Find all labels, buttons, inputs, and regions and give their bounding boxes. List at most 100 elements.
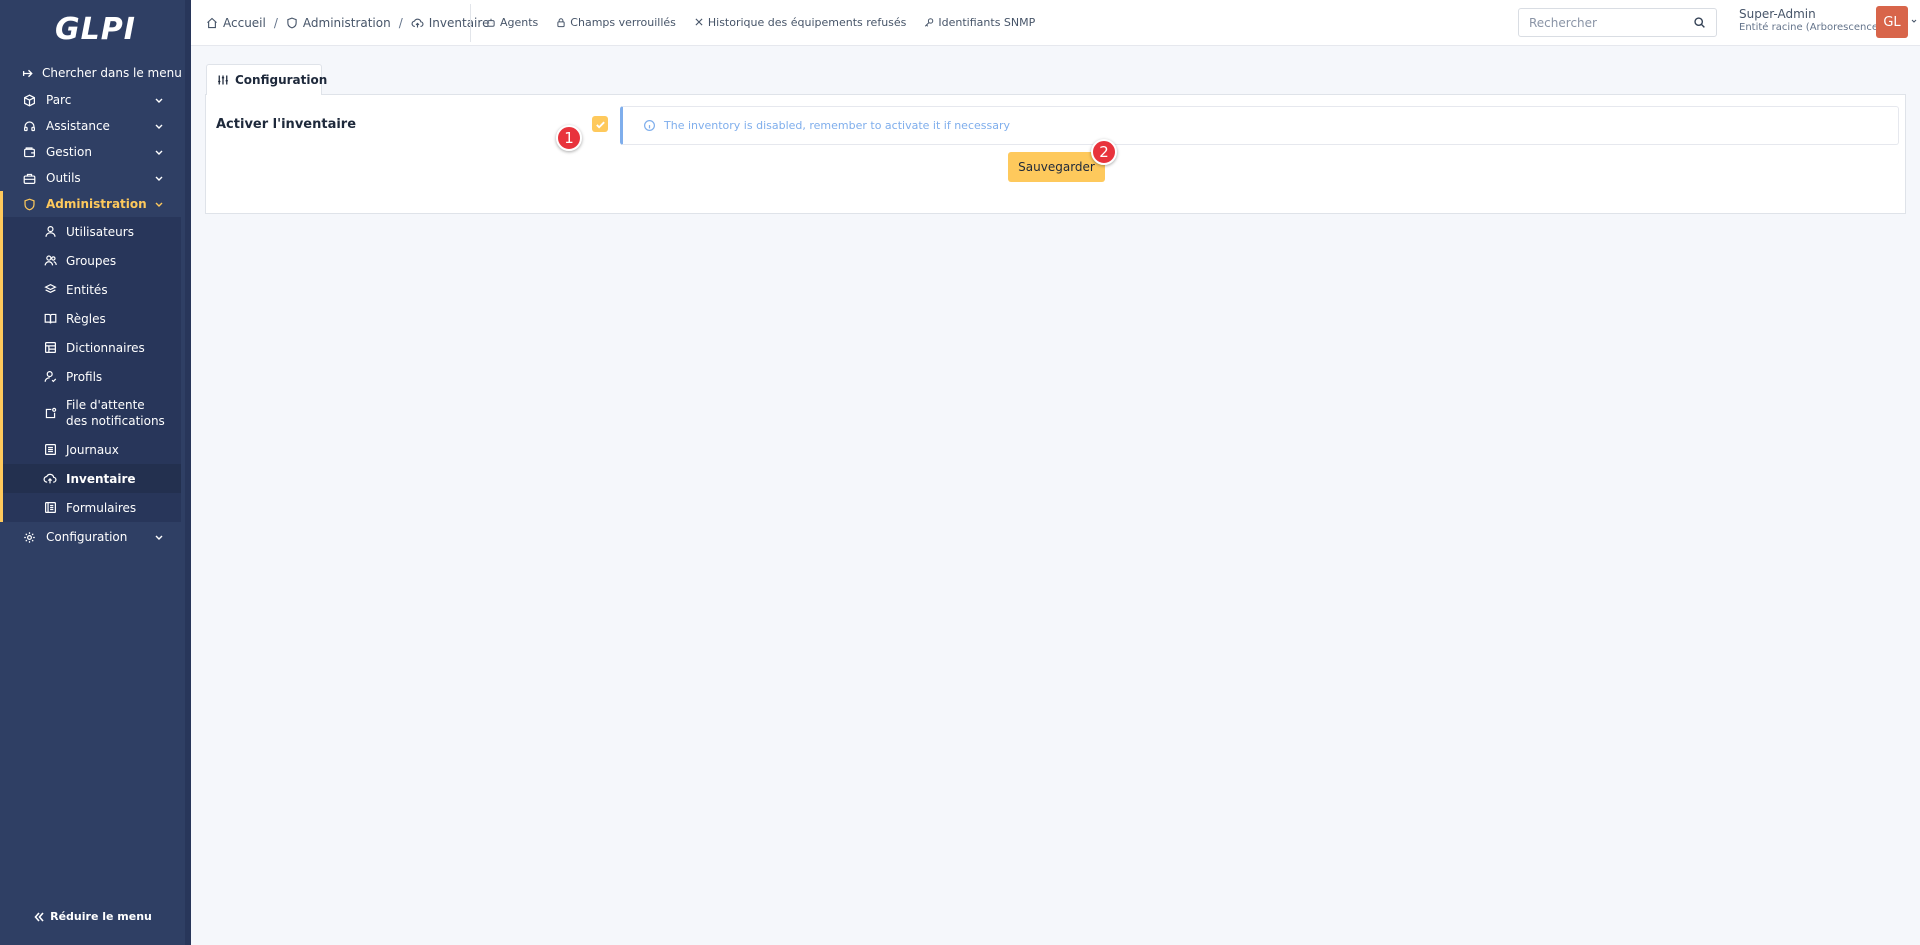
sidebar-subitem-regles[interactable]: Règles — [3, 304, 181, 333]
sidebar-subitem-label: Règles — [66, 311, 106, 326]
enable-inventory-checkbox[interactable] — [592, 116, 608, 132]
avatar[interactable]: GL — [1876, 6, 1908, 38]
breadcrumb-home[interactable]: Accueil — [206, 16, 266, 30]
search-input[interactable] — [1519, 9, 1679, 36]
tool-agents[interactable]: Agents — [486, 16, 538, 29]
sidebar-subitem-label: Entités — [66, 282, 108, 297]
alert-text: The inventory is disabled, remember to a… — [664, 119, 1011, 132]
tool-locked-fields[interactable]: Champs verrouillés — [556, 16, 676, 29]
tab-label: Configuration — [235, 73, 328, 87]
sidebar-item-label: Assistance — [46, 119, 110, 133]
chevron-down-icon — [155, 98, 163, 103]
sidebar-subitem-inventaire[interactable]: Inventaire — [3, 464, 181, 493]
sidebar-subitem-label: Groupes — [66, 253, 117, 268]
close-icon — [694, 17, 704, 27]
sidebar-item-gestion[interactable]: Gestion — [0, 139, 191, 165]
tool-refused-history[interactable]: Historique des équipements refusés — [694, 15, 907, 29]
chevron-down-icon — [155, 535, 163, 540]
breadcrumb-label: Inventaire — [428, 16, 490, 30]
reduce-menu-button[interactable]: Réduire le menu — [0, 910, 185, 923]
sidebar-subitem-label: Formulaires — [66, 500, 137, 515]
topbar-divider — [470, 4, 471, 42]
sidebar-item-label: Administration — [46, 197, 147, 211]
cloud-upload-icon — [43, 472, 57, 486]
tab-configuration[interactable]: Configuration — [206, 64, 327, 95]
shield-icon — [22, 197, 36, 211]
sidebar-item-label: Configuration — [46, 530, 128, 544]
sidebar-subitem-dictionnaires[interactable]: Dictionnaires — [3, 333, 181, 362]
breadcrumb-inventaire[interactable]: Inventaire — [411, 16, 490, 30]
box-icon — [22, 93, 36, 107]
step-marker-2: 2 — [1091, 139, 1117, 165]
topbar: Accueil / Administration / Inventaire Ag… — [191, 0, 1920, 46]
sidebar: GLPI Chercher dans le menu Parc Assistan… — [0, 0, 191, 945]
chevron-down-icon[interactable] — [1910, 17, 1918, 25]
sidebar-item-parc[interactable]: Parc — [0, 87, 191, 113]
book-icon — [43, 312, 57, 326]
sidebar-subitem-formulaires[interactable]: Formulaires — [3, 493, 181, 522]
breadcrumb-label: Accueil — [223, 16, 266, 30]
sidebar-subitem-profils[interactable]: Profils — [3, 362, 181, 391]
menu-search[interactable]: Chercher dans le menu — [0, 59, 191, 87]
tool-label: Champs verrouillés — [570, 15, 676, 29]
sidebar-item-label: Parc — [46, 93, 72, 107]
sidebar-item-administration[interactable]: Administration — [0, 191, 191, 217]
menu-search-label: Chercher dans le menu — [42, 66, 182, 80]
sidebar-subitem-utilisateurs[interactable]: Utilisateurs — [3, 217, 181, 246]
sidebar-item-label: Gestion — [46, 145, 92, 159]
search-icon[interactable] — [1693, 16, 1706, 29]
sidebar-item-label: Outils — [46, 171, 81, 185]
table-icon — [43, 341, 57, 355]
sidebar-subitem-label: Journaux — [66, 442, 119, 457]
sidebar-item-outils[interactable]: Outils — [0, 165, 191, 191]
sidebar-subitem-label: Utilisateurs — [66, 224, 134, 239]
reduce-menu-label: Réduire le menu — [50, 910, 152, 923]
breadcrumb-separator: / — [273, 16, 278, 30]
tool-label: Identifiants SNMP — [938, 15, 1036, 29]
shield-icon — [286, 17, 298, 29]
user-entity: Entité racine (Arborescence) — [1739, 22, 1882, 33]
sidebar-item-assistance[interactable]: Assistance — [0, 113, 191, 139]
double-chevron-left-icon — [33, 911, 45, 923]
user-check-icon — [43, 370, 57, 384]
sidebar-subitem-journaux[interactable]: Journaux — [3, 435, 181, 464]
home-icon — [206, 17, 218, 29]
cloud-upload-icon — [411, 17, 424, 29]
sidebar-subitem-entites[interactable]: Entités — [3, 275, 181, 304]
chevron-down-icon — [155, 202, 163, 207]
user-info[interactable]: Super-Admin Entité racine (Arborescence) — [1739, 7, 1882, 33]
notification-icon — [43, 406, 57, 420]
topbar-tools: Agents Champs verrouillés Historique des… — [486, 0, 1053, 44]
arrow-right-icon — [22, 67, 35, 80]
field-label-enable-inventory: Activer l'inventaire — [216, 117, 357, 132]
step-marker-1: 1 — [556, 125, 582, 151]
gear-icon — [22, 530, 36, 544]
sidebar-subitem-label: Dictionnaires — [66, 340, 145, 355]
configuration-panel: Activer l'inventaire The inventory is di… — [205, 94, 1906, 214]
save-button[interactable]: Sauvegarder — [1008, 152, 1105, 182]
forms-icon — [43, 501, 57, 515]
check-icon — [595, 121, 605, 129]
sidebar-item-configuration[interactable]: Configuration — [0, 524, 191, 550]
breadcrumb-label: Administration — [302, 16, 391, 30]
sliders-icon — [217, 74, 229, 86]
inventory-disabled-alert: The inventory is disabled, remember to a… — [620, 106, 1899, 145]
sidebar-subitem-notifications-queue[interactable]: File d'attente des notifications — [3, 391, 181, 435]
briefcase-icon — [22, 171, 36, 185]
breadcrumb-administration[interactable]: Administration — [286, 16, 391, 30]
tool-snmp-credentials[interactable]: Identifiants SNMP — [924, 16, 1035, 29]
sidebar-subitem-groupes[interactable]: Groupes — [3, 246, 181, 275]
chevron-down-icon — [155, 176, 163, 181]
breadcrumb-separator: / — [398, 16, 403, 30]
breadcrumb: Accueil / Administration / Inventaire — [206, 0, 489, 46]
global-search — [1518, 8, 1717, 37]
sidebar-subitem-label: Profils — [66, 369, 103, 384]
tool-label: Historique des équipements refusés — [707, 15, 907, 29]
administration-submenu: Utilisateurs Groupes Entités Règles Dict… — [0, 217, 181, 522]
sidebar-subitem-label: Inventaire — [66, 471, 136, 486]
lock-icon — [556, 17, 566, 28]
logo[interactable]: GLPI — [0, 0, 191, 58]
tool-label: Agents — [500, 15, 539, 29]
headset-icon — [22, 119, 36, 133]
robot-icon — [486, 17, 496, 28]
